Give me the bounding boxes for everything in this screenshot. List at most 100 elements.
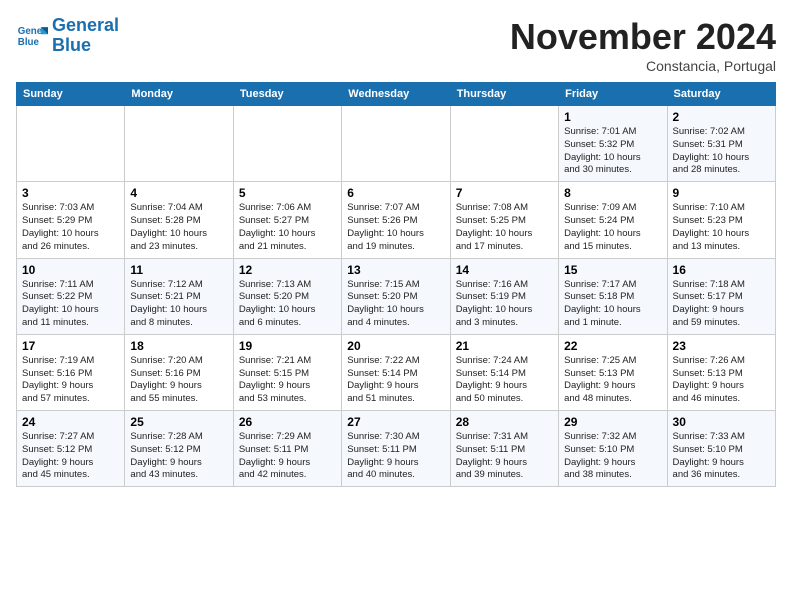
- weekday-header: Monday: [125, 83, 233, 106]
- calendar-cell: [233, 106, 341, 182]
- day-info: Sunrise: 7:29 AMSunset: 5:11 PMDaylight:…: [239, 431, 336, 482]
- calendar-cell: 21 Sunrise: 7:24 AMSunset: 5:14 PMDayligh…: [450, 334, 558, 410]
- header-row: SundayMondayTuesdayWednesdayThursdayFrid…: [17, 83, 776, 106]
- day-info: Sunrise: 7:20 AMSunset: 5:16 PMDaylight:…: [130, 355, 227, 406]
- title-block: November 2024 Constancia, Portugal: [510, 16, 776, 74]
- calendar-cell: 26 Sunrise: 7:29 AMSunset: 5:11 PMDayligh…: [233, 411, 341, 487]
- day-info: Sunrise: 7:16 AMSunset: 5:19 PMDaylight:…: [456, 279, 553, 330]
- day-info: Sunrise: 7:09 AMSunset: 5:24 PMDaylight:…: [564, 202, 661, 253]
- day-info: Sunrise: 7:19 AMSunset: 5:16 PMDaylight:…: [22, 355, 119, 406]
- day-number: 15: [564, 263, 661, 277]
- calendar-cell: 24 Sunrise: 7:27 AMSunset: 5:12 PMDayligh…: [17, 411, 125, 487]
- day-number: 26: [239, 415, 336, 429]
- day-number: 30: [673, 415, 770, 429]
- day-info: Sunrise: 7:27 AMSunset: 5:12 PMDaylight:…: [22, 431, 119, 482]
- weekday-header: Tuesday: [233, 83, 341, 106]
- logo-line1: General: [52, 16, 119, 36]
- day-number: 12: [239, 263, 336, 277]
- calendar-body: 1Sunrise: 7:01 AMSunset: 5:32 PMDaylight…: [17, 106, 776, 487]
- calendar-cell: [450, 106, 558, 182]
- calendar-cell: 14 Sunrise: 7:16 AMSunset: 5:19 PMDayligh…: [450, 258, 558, 334]
- calendar-cell: 1Sunrise: 7:01 AMSunset: 5:32 PMDaylight…: [559, 106, 667, 182]
- calendar-cell: 9Sunrise: 7:10 AMSunset: 5:23 PMDaylight…: [667, 182, 775, 258]
- day-number: 11: [130, 263, 227, 277]
- day-number: 8: [564, 186, 661, 200]
- day-info: Sunrise: 7:24 AMSunset: 5:14 PMDaylight:…: [456, 355, 553, 406]
- calendar-cell: [342, 106, 450, 182]
- day-number: 18: [130, 339, 227, 353]
- day-number: 10: [22, 263, 119, 277]
- calendar-cell: 18 Sunrise: 7:20 AMSunset: 5:16 PMDayligh…: [125, 334, 233, 410]
- calendar-cell: 29 Sunrise: 7:32 AMSunset: 5:10 PMDayligh…: [559, 411, 667, 487]
- calendar-cell: 17 Sunrise: 7:19 AMSunset: 5:16 PMDayligh…: [17, 334, 125, 410]
- calendar-cell: 7Sunrise: 7:08 AMSunset: 5:25 PMDaylight…: [450, 182, 558, 258]
- calendar-cell: 11 Sunrise: 7:12 AMSunset: 5:21 PMDayligh…: [125, 258, 233, 334]
- day-info: Sunrise: 7:33 AMSunset: 5:10 PMDaylight:…: [673, 431, 770, 482]
- calendar-cell: 4Sunrise: 7:04 AMSunset: 5:28 PMDaylight…: [125, 182, 233, 258]
- day-info: Sunrise: 7:22 AMSunset: 5:14 PMDaylight:…: [347, 355, 444, 406]
- day-info: Sunrise: 7:01 AMSunset: 5:32 PMDaylight:…: [564, 126, 661, 177]
- day-info: Sunrise: 7:03 AMSunset: 5:29 PMDaylight:…: [22, 202, 119, 253]
- calendar-table: SundayMondayTuesdayWednesdayThursdayFrid…: [16, 82, 776, 487]
- logo-wordmark: General Blue: [52, 16, 119, 56]
- svg-text:Blue: Blue: [18, 37, 40, 48]
- day-number: 23: [673, 339, 770, 353]
- day-number: 24: [22, 415, 119, 429]
- calendar-cell: 15 Sunrise: 7:17 AMSunset: 5:18 PMDayligh…: [559, 258, 667, 334]
- day-info: Sunrise: 7:21 AMSunset: 5:15 PMDaylight:…: [239, 355, 336, 406]
- weekday-header: Thursday: [450, 83, 558, 106]
- day-number: 4: [130, 186, 227, 200]
- day-info: Sunrise: 7:06 AMSunset: 5:27 PMDaylight:…: [239, 202, 336, 253]
- day-number: 21: [456, 339, 553, 353]
- day-info: Sunrise: 7:10 AMSunset: 5:23 PMDaylight:…: [673, 202, 770, 253]
- day-info: Sunrise: 7:17 AMSunset: 5:18 PMDaylight:…: [564, 279, 661, 330]
- day-info: Sunrise: 7:15 AMSunset: 5:20 PMDaylight:…: [347, 279, 444, 330]
- day-number: 2: [673, 110, 770, 124]
- day-number: 17: [22, 339, 119, 353]
- day-number: 28: [456, 415, 553, 429]
- calendar-cell: 23 Sunrise: 7:26 AMSunset: 5:13 PMDayligh…: [667, 334, 775, 410]
- calendar-cell: 6Sunrise: 7:07 AMSunset: 5:26 PMDaylight…: [342, 182, 450, 258]
- day-info: Sunrise: 7:07 AMSunset: 5:26 PMDaylight:…: [347, 202, 444, 253]
- day-number: 7: [456, 186, 553, 200]
- calendar-cell: 3Sunrise: 7:03 AMSunset: 5:29 PMDaylight…: [17, 182, 125, 258]
- weekday-header: Sunday: [17, 83, 125, 106]
- day-info: Sunrise: 7:32 AMSunset: 5:10 PMDaylight:…: [564, 431, 661, 482]
- calendar-cell: 20Sunrise: 7:22 AMSunset: 5:14 PMDayligh…: [342, 334, 450, 410]
- day-number: 5: [239, 186, 336, 200]
- logo: General Blue General Blue: [16, 16, 119, 56]
- location-subtitle: Constancia, Portugal: [510, 58, 776, 74]
- day-info: Sunrise: 7:26 AMSunset: 5:13 PMDaylight:…: [673, 355, 770, 406]
- day-number: 14: [456, 263, 553, 277]
- calendar-cell: 19 Sunrise: 7:21 AMSunset: 5:15 PMDayligh…: [233, 334, 341, 410]
- calendar-week-row: 3Sunrise: 7:03 AMSunset: 5:29 PMDaylight…: [17, 182, 776, 258]
- calendar-cell: 16 Sunrise: 7:18 AMSunset: 5:17 PMDayligh…: [667, 258, 775, 334]
- calendar-header: SundayMondayTuesdayWednesdayThursdayFrid…: [17, 83, 776, 106]
- day-info: Sunrise: 7:02 AMSunset: 5:31 PMDaylight:…: [673, 126, 770, 177]
- day-info: Sunrise: 7:11 AMSunset: 5:22 PMDaylight:…: [22, 279, 119, 330]
- calendar-week-row: 17 Sunrise: 7:19 AMSunset: 5:16 PMDayligh…: [17, 334, 776, 410]
- day-info: Sunrise: 7:28 AMSunset: 5:12 PMDaylight:…: [130, 431, 227, 482]
- day-number: 19: [239, 339, 336, 353]
- calendar-cell: 30 Sunrise: 7:33 AMSunset: 5:10 PMDayligh…: [667, 411, 775, 487]
- day-number: 25: [130, 415, 227, 429]
- calendar-week-row: 10 Sunrise: 7:11 AMSunset: 5:22 PMDayligh…: [17, 258, 776, 334]
- logo-icon: General Blue: [16, 20, 48, 52]
- calendar-cell: 5 Sunrise: 7:06 AMSunset: 5:27 PMDaylight…: [233, 182, 341, 258]
- calendar-cell: 28Sunrise: 7:31 AMSunset: 5:11 PMDayligh…: [450, 411, 558, 487]
- day-number: 22: [564, 339, 661, 353]
- calendar-cell: 13 Sunrise: 7:15 AMSunset: 5:20 PMDayligh…: [342, 258, 450, 334]
- day-info: Sunrise: 7:25 AMSunset: 5:13 PMDaylight:…: [564, 355, 661, 406]
- weekday-header: Saturday: [667, 83, 775, 106]
- day-number: 29: [564, 415, 661, 429]
- calendar-cell: [17, 106, 125, 182]
- calendar-week-row: 1Sunrise: 7:01 AMSunset: 5:32 PMDaylight…: [17, 106, 776, 182]
- day-info: Sunrise: 7:18 AMSunset: 5:17 PMDaylight:…: [673, 279, 770, 330]
- weekday-header: Friday: [559, 83, 667, 106]
- day-info: Sunrise: 7:12 AMSunset: 5:21 PMDaylight:…: [130, 279, 227, 330]
- day-number: 16: [673, 263, 770, 277]
- page-header: General Blue General Blue November 2024 …: [16, 16, 776, 74]
- calendar-cell: 2 Sunrise: 7:02 AMSunset: 5:31 PMDaylight…: [667, 106, 775, 182]
- day-number: 13: [347, 263, 444, 277]
- day-info: Sunrise: 7:30 AMSunset: 5:11 PMDaylight:…: [347, 431, 444, 482]
